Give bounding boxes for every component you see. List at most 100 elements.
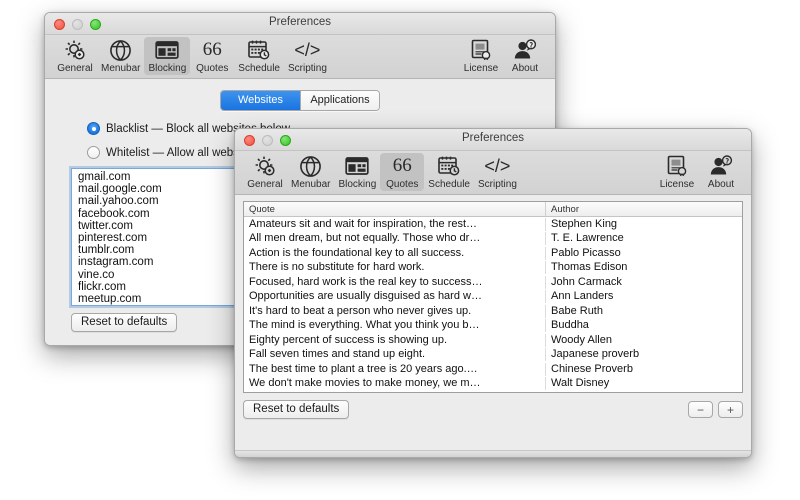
- table-row[interactable]: Focused, hard work is the real key to su…: [244, 275, 742, 290]
- person-speech-icon: [512, 38, 538, 62]
- toolbar-item-label: General: [57, 63, 93, 74]
- toolbar-item-license[interactable]: License: [655, 153, 699, 191]
- column-header-author[interactable]: Author: [546, 202, 742, 216]
- remove-quote-button[interactable]: −: [688, 401, 713, 418]
- toolbar-item-label: Menubar: [291, 179, 331, 190]
- toolbar-item-menubar[interactable]: Menubar: [97, 37, 144, 75]
- website-list[interactable]: gmail.com mail.google.com mail.yahoo.com…: [71, 168, 261, 306]
- titlebar-quotes[interactable]: Preferences: [235, 129, 751, 151]
- aperture-icon: [108, 38, 134, 62]
- toolbar-item-about[interactable]: About: [699, 153, 743, 191]
- window-title: Preferences: [461, 132, 524, 144]
- toolbar-item-label: Scripting: [477, 179, 517, 190]
- reset-to-defaults-button[interactable]: Reset to defaults: [243, 400, 350, 419]
- toolbar-item-schedule[interactable]: Schedule: [424, 153, 474, 191]
- toolbar-quotes: General Menubar Blocking 66 Quotes Sched…: [235, 151, 751, 195]
- cell-quote: Action is the foundational key to all su…: [244, 246, 546, 260]
- cell-quote: Fall seven times and stand up eight.: [244, 348, 546, 362]
- person-speech-icon: [708, 154, 734, 178]
- table-row[interactable]: A person who chases two rabbits catches …: [244, 391, 742, 393]
- list-item[interactable]: flickr.com: [72, 281, 260, 293]
- list-item[interactable]: mail.yahoo.com: [72, 195, 260, 207]
- table-row[interactable]: Fall seven times and stand up eight. Jap…: [244, 348, 742, 363]
- code-tags-icon: </>: [484, 155, 511, 176]
- cell-author: Confucius: [546, 392, 742, 393]
- cell-author: Thomas Edison: [551, 261, 628, 274]
- cell-author: Pablo Picasso: [551, 246, 621, 259]
- segment-applications[interactable]: Applications: [300, 91, 379, 110]
- radio-whitelist-indicator[interactable]: [87, 146, 100, 159]
- list-item[interactable]: mail.google.com: [72, 183, 260, 195]
- table-row[interactable]: The best time to plant a tree is 20 year…: [244, 362, 742, 377]
- list-item[interactable]: instagram.com: [72, 256, 260, 268]
- table-row[interactable]: The mind is everything. What you think y…: [244, 319, 742, 334]
- list-item[interactable]: meetup.com: [72, 293, 260, 305]
- toolbar-item-label: Blocking: [148, 63, 187, 74]
- cell-author: Buddha: [551, 319, 589, 332]
- cell-author: T. E. Lawrence: [551, 232, 624, 245]
- cell-author: Chinese Proverb: [551, 362, 633, 375]
- list-item[interactable]: vine.co: [72, 269, 260, 281]
- toolbar-item-label: License: [463, 63, 499, 74]
- list-item[interactable]: tumblr.com: [72, 244, 260, 256]
- cell-quote: Focused, hard work is the real key to su…: [244, 275, 546, 289]
- toolbar-item-quotes[interactable]: 66 Quotes: [380, 153, 425, 191]
- cell-author: Babe Ruth: [551, 304, 603, 317]
- cell-quote: There is no substitute for hard work.: [244, 261, 546, 275]
- list-item[interactable]: gmail.com: [72, 171, 260, 183]
- table-row[interactable]: All men dream, but not equally. Those wh…: [244, 232, 742, 247]
- toolbar-item-schedule[interactable]: Schedule: [234, 37, 284, 75]
- cell-quote: Opportunities are usually disguised as h…: [244, 290, 546, 304]
- list-item[interactable]: facebook.com: [72, 208, 260, 220]
- toolbar-item-general[interactable]: General: [243, 153, 287, 191]
- cell-author: Japanese proverb: [551, 348, 640, 361]
- table-row[interactable]: We don't make movies to make money, we m…: [244, 377, 742, 392]
- table-row[interactable]: Opportunities are usually disguised as h…: [244, 290, 742, 305]
- toolbar-item-license[interactable]: License: [459, 37, 503, 75]
- column-header-quote[interactable]: Quote: [244, 202, 546, 216]
- window-bottom-strip: [235, 450, 751, 457]
- quotes-table[interactable]: Quote Author Amateurs sit and wait for i…: [243, 201, 743, 393]
- browser-window-icon: [154, 38, 180, 62]
- gear-icon: [62, 38, 88, 62]
- titlebar-blocking[interactable]: Preferences: [45, 13, 555, 35]
- segment-websites[interactable]: Websites: [221, 91, 300, 110]
- table-row[interactable]: Action is the foundational key to all su…: [244, 246, 742, 261]
- toolbar-item-label: Blocking: [338, 179, 377, 190]
- calendar-clock-icon: [436, 154, 462, 178]
- preferences-window-quotes[interactable]: Preferences General Menubar Blocking 66 …: [234, 128, 752, 458]
- cell-quote: Eighty percent of success is showing up.: [244, 333, 546, 347]
- list-item[interactable]: pinterest.com: [72, 232, 260, 244]
- toolbar-item-quotes[interactable]: 66 Quotes: [190, 37, 234, 75]
- toolbar-item-general[interactable]: General: [53, 37, 97, 75]
- cell-quote: The mind is everything. What you think y…: [244, 319, 546, 333]
- gear-icon: [252, 154, 278, 178]
- toolbar-item-blocking[interactable]: Blocking: [144, 37, 191, 75]
- browser-window-icon: [344, 154, 370, 178]
- table-header: Quote Author: [244, 202, 742, 217]
- cell-author: Stephen King: [551, 217, 618, 230]
- radio-blacklist-indicator[interactable]: [87, 122, 100, 135]
- toolbar-item-blocking[interactable]: Blocking: [334, 153, 380, 191]
- toolbar-item-menubar[interactable]: Menubar: [287, 153, 334, 191]
- toolbar-item-label: About: [707, 179, 735, 190]
- quotes-panel: Quote Author Amateurs sit and wait for i…: [235, 195, 751, 457]
- segmented-control[interactable]: Websites Applications: [220, 90, 380, 111]
- toolbar-item-label: Quotes: [386, 179, 419, 190]
- toolbar-item-scripting[interactable]: </> Scripting: [284, 37, 331, 75]
- table-row[interactable]: Eighty percent of success is showing up.…: [244, 333, 742, 348]
- screen: Preferences General Menubar Blocking 66 …: [0, 0, 800, 500]
- toolbar-item-label: General: [247, 179, 283, 190]
- reset-to-defaults-button[interactable]: Reset to defaults: [71, 313, 178, 332]
- toolbar-item-label: Schedule: [428, 179, 470, 190]
- toolbar-item-about[interactable]: About: [503, 37, 547, 75]
- toolbar-item-label: Quotes: [196, 63, 229, 74]
- add-quote-button[interactable]: +: [718, 401, 743, 418]
- table-row[interactable]: Amateurs sit and wait for inspiration, t…: [244, 217, 742, 232]
- table-row[interactable]: It's hard to beat a person who never giv…: [244, 304, 742, 319]
- table-row[interactable]: There is no substitute for hard work. Th…: [244, 261, 742, 276]
- toolbar-blocking: General Menubar Blocking 66 Quotes Sched…: [45, 35, 555, 79]
- toolbar-item-scripting[interactable]: </> Scripting: [474, 153, 521, 191]
- cell-quote: All men dream, but not equally. Those wh…: [244, 232, 546, 246]
- list-item[interactable]: twitter.com: [72, 220, 260, 232]
